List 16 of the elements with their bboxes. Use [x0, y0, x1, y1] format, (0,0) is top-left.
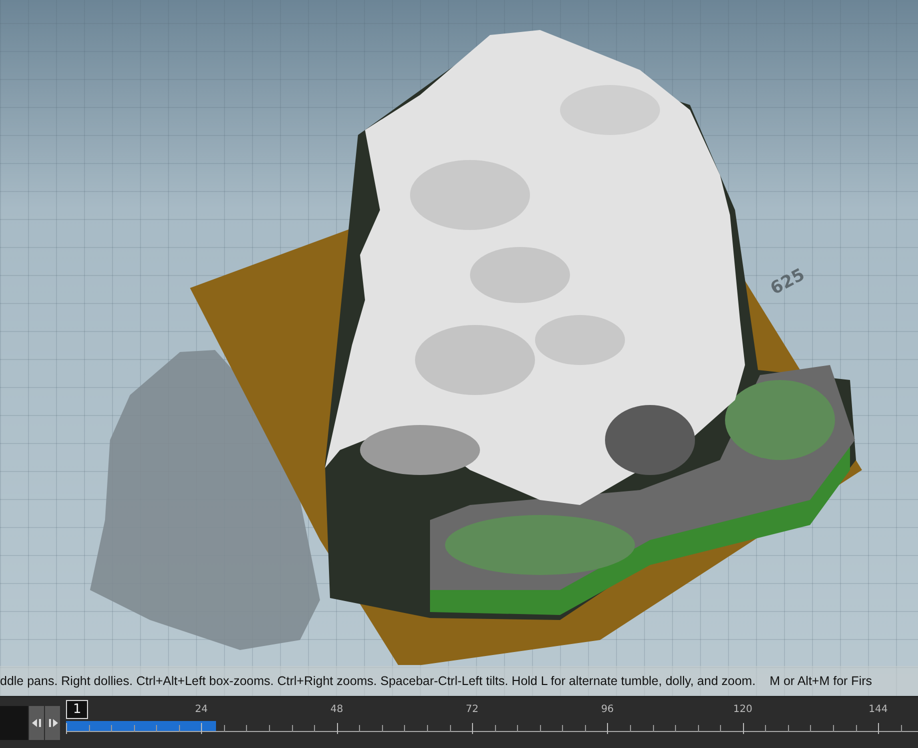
frame-field[interactable] [0, 706, 28, 740]
navigation-hint: M or Alt+M for Firs [770, 674, 872, 688]
frame-label: 24 [195, 704, 208, 715]
current-frame-marker[interactable]: 1 [66, 700, 88, 719]
viewport[interactable]: 625 ddle pans. Right dollies. Ctrl+Alt+Left box-zooms. Ctrl+Right zooms. Spacebar-Ctrl-Left tilts. Hold L for alternate tumble, dolly, and zoom. M or Alt+M for Firs [0, 0, 918, 696]
frame-label: 144 [868, 704, 888, 715]
step-back-icon [30, 718, 42, 728]
grid-label: 625 [767, 264, 808, 300]
frame-label: 120 [733, 704, 752, 715]
step-forward-icon [46, 718, 58, 728]
step-forward-button[interactable] [45, 706, 60, 740]
frame-label: 72 [466, 704, 478, 715]
frame-label: 96 [601, 704, 614, 715]
navigation-hint: ddle pans. Right dollies. Ctrl+Alt+Left box-zooms. Ctrl+Right zooms. Spacebar-Ctrl-Left tilts. Hold L for alternate tumble, dolly, and zoom. [0, 674, 756, 688]
frame-label: 48 [330, 704, 344, 715]
step-back-button[interactable] [29, 706, 44, 740]
